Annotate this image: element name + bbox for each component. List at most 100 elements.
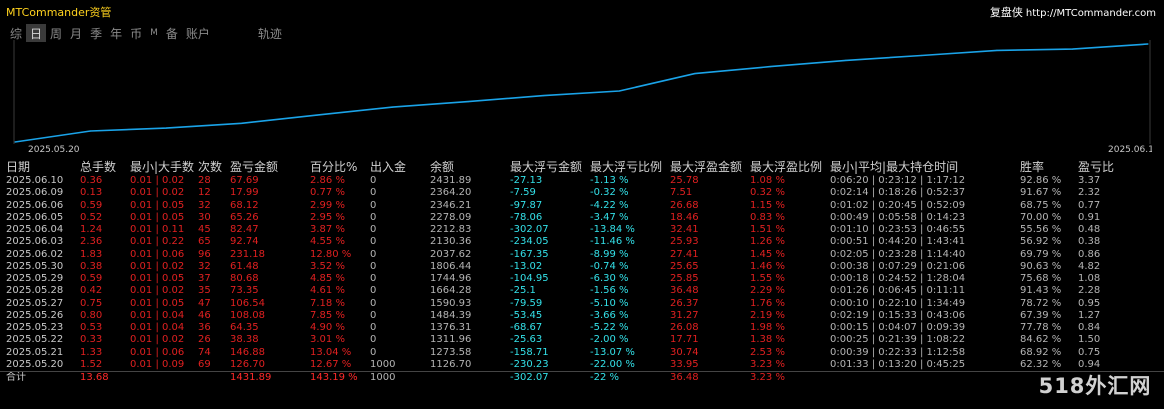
cell-hold-time: 0:00:10 | 0:22:10 | 1:34:49 bbox=[830, 297, 966, 309]
cell-deposit: 0 bbox=[370, 273, 377, 284]
cell-pl-ratio: 0.84 bbox=[1078, 322, 1101, 333]
cell-count: 65 bbox=[198, 236, 211, 248]
cell-balance: 2431.89 bbox=[430, 175, 472, 186]
table-row[interactable]: 2025.06.02 1.83 0.01 | 0.06 96 231.18 12.80 %… bbox=[0, 249, 1164, 261]
table-row[interactable]: 2025.05.29 0.59 0.01 | 0.05 37 80.68 4.85 % 0 1… bbox=[0, 273, 1164, 285]
cell-balance: 1664.28 bbox=[430, 285, 472, 297]
cell-max-float-loss-pct: -4.22 % bbox=[590, 199, 629, 211]
cell-max-float-loss: -53.45 bbox=[510, 309, 543, 321]
cell-percent: 12.80 % bbox=[310, 248, 352, 260]
column-header-max-float-gain-pct[interactable]: 最大浮盈比例 bbox=[750, 158, 830, 175]
equity-point bbox=[1071, 48, 1074, 50]
cell-max-float-gain: 26.68 bbox=[670, 199, 699, 211]
cell-max-float-gain: 33.95 bbox=[670, 358, 699, 370]
cell-hold-time: 0:01:02 | 0:20:45 | 0:52:09 bbox=[830, 199, 966, 211]
total-cell-min-max-lots bbox=[130, 371, 198, 385]
column-header-max-float-loss[interactable]: 最大浮亏金额 bbox=[510, 158, 590, 175]
equity-point bbox=[920, 54, 923, 57]
column-header-balance[interactable]: 余额 bbox=[430, 158, 510, 175]
column-header-percent[interactable]: 百分比% bbox=[310, 158, 370, 175]
total-cell-pnl: 1431.89 bbox=[230, 371, 310, 385]
cell-date: 2025.06.10 bbox=[6, 175, 64, 186]
cell-hold-time: 0:00:39 | 0:22:33 | 1:12:58 bbox=[830, 346, 966, 358]
cell-date: 2025.06.03 bbox=[6, 236, 64, 248]
column-header-hold-time[interactable]: 最小|平均|最大持仓时间 bbox=[830, 158, 1020, 175]
column-header-max-float-loss-pct[interactable]: 最大浮亏比例 bbox=[590, 158, 670, 175]
cell-max-float-gain-pct: 3.23 % bbox=[750, 358, 785, 370]
cell-percent: 3.87 % bbox=[310, 224, 345, 235]
cell-deposit: 0 bbox=[370, 175, 377, 186]
x-tick-label-start: 2025.05.20 bbox=[28, 145, 80, 154]
brand[interactable]: 复盘侠 http://MTCommander.com bbox=[990, 4, 1156, 20]
cell-max-float-gain-pct: 1.76 % bbox=[750, 297, 785, 309]
cell-count: 32 bbox=[198, 199, 211, 211]
table-row[interactable]: 2025.06.10 0.36 0.01 | 0.02 28 67.69 2.86 % 0 2… bbox=[0, 175, 1164, 187]
column-header-win-rate[interactable]: 胜率 bbox=[1020, 158, 1078, 175]
column-header-count[interactable]: 次数 bbox=[198, 158, 230, 175]
cell-min-max-lots: 0.01 | 0.05 bbox=[130, 273, 185, 284]
table-row[interactable]: 2025.05.23 0.53 0.01 | 0.04 36 64.35 4.90 % 0 1… bbox=[0, 322, 1164, 334]
equity-point bbox=[996, 49, 998, 51]
cell-date: 2025.06.02 bbox=[6, 248, 64, 260]
column-header-pl-ratio[interactable]: 盈亏比 bbox=[1078, 158, 1164, 175]
cell-min-max-lots: 0.01 | 0.04 bbox=[130, 309, 185, 321]
cell-min-max-lots: 0.01 | 0.04 bbox=[130, 322, 185, 333]
table-row[interactable]: 2025.06.03 2.36 0.01 | 0.22 65 92.74 4.55 % 0 2… bbox=[0, 236, 1164, 248]
column-header-min-max-lots[interactable]: 最小|大手数 bbox=[130, 158, 198, 175]
cell-balance: 2346.21 bbox=[430, 199, 472, 211]
cell-max-float-gain-pct: 0.83 % bbox=[750, 211, 785, 223]
cell-percent: 12.67 % bbox=[310, 358, 352, 370]
cell-pnl: 106.54 bbox=[230, 297, 265, 309]
table-row[interactable]: 2025.06.09 0.13 0.01 | 0.02 12 17.99 0.77 % 0 2… bbox=[0, 187, 1164, 199]
cell-max-float-gain: 17.71 bbox=[670, 334, 699, 346]
table-row[interactable]: 2025.05.27 0.75 0.01 | 0.05 47 106.54 7.18 % 0… bbox=[0, 298, 1164, 310]
cell-max-float-gain-pct: 1.38 % bbox=[750, 334, 785, 346]
table-row[interactable]: 2025.05.22 0.33 0.01 | 0.02 26 38.38 3.01 % 0 1… bbox=[0, 334, 1164, 346]
total-cell-max-float-gain: 36.48 bbox=[670, 371, 750, 385]
cell-pnl: 65.26 bbox=[230, 211, 259, 223]
cell-balance: 2278.09 bbox=[430, 211, 472, 223]
equity-point bbox=[316, 114, 318, 116]
equity-point bbox=[14, 141, 16, 143]
table-row[interactable]: 2025.05.26 0.80 0.01 | 0.04 46 108.08 7.85 % 0… bbox=[0, 310, 1164, 322]
equity-point bbox=[467, 101, 469, 103]
cell-percent: 4.90 % bbox=[310, 322, 345, 333]
title-bar: MTCommander资管 复盘侠 http://MTCommander.com bbox=[0, 0, 1164, 22]
cell-total-lots: 0.36 bbox=[80, 175, 103, 186]
cell-max-float-gain: 7.51 bbox=[670, 187, 693, 199]
cell-pl-ratio: 0.95 bbox=[1078, 297, 1101, 309]
cell-total-lots: 0.75 bbox=[80, 297, 103, 309]
cell-total-lots: 1.83 bbox=[80, 248, 103, 260]
cell-pl-ratio: 4.82 bbox=[1078, 260, 1101, 272]
cell-max-float-loss-pct: -5.10 % bbox=[590, 297, 629, 309]
cell-balance: 1590.93 bbox=[430, 297, 472, 309]
cell-max-float-gain-pct: 1.26 % bbox=[750, 236, 785, 248]
brand-url[interactable]: http://MTCommander.com bbox=[1026, 8, 1156, 19]
cell-max-float-gain-pct: 1.45 % bbox=[750, 248, 785, 260]
cell-total-lots: 1.24 bbox=[80, 224, 103, 235]
cell-count: 45 bbox=[198, 224, 211, 235]
cell-pnl: 92.74 bbox=[230, 236, 259, 248]
table-row[interactable]: 2025.05.21 1.33 0.01 | 0.06 74 146.88 13.04 %… bbox=[0, 347, 1164, 359]
cell-max-float-loss: -27.13 bbox=[510, 175, 543, 186]
table-row[interactable]: 2025.06.05 0.52 0.01 | 0.05 30 65.26 2.95 % 0 2… bbox=[0, 212, 1164, 224]
cell-deposit: 0 bbox=[370, 248, 377, 260]
equity-series-line bbox=[14, 43, 1149, 143]
table-row[interactable]: 2025.05.30 0.38 0.01 | 0.02 32 61.48 3.52 % 0 1… bbox=[0, 261, 1164, 273]
cell-max-float-loss: -79.59 bbox=[510, 297, 543, 309]
table-row[interactable]: 2025.05.20 1.52 0.01 | 0.09 69 126.70 12.67 %… bbox=[0, 359, 1164, 372]
cell-min-max-lots: 0.01 | 0.05 bbox=[130, 297, 185, 309]
cell-pnl: 80.68 bbox=[230, 273, 259, 284]
table-row[interactable]: 2025.05.28 0.42 0.01 | 0.02 35 73.35 4.61 % 0 1… bbox=[0, 285, 1164, 297]
cell-total-lots: 0.59 bbox=[80, 273, 103, 284]
column-header-date[interactable]: 日期 bbox=[0, 158, 80, 175]
column-header-total-lots[interactable]: 总手数 bbox=[80, 158, 130, 175]
column-header-max-float-gain[interactable]: 最大浮盈金额 bbox=[670, 158, 750, 175]
cell-deposit: 0 bbox=[370, 297, 377, 309]
column-header-pnl[interactable]: 盈亏金额 bbox=[230, 158, 310, 175]
table-row[interactable]: 2025.06.06 0.59 0.01 | 0.05 32 68.12 2.99 % 0 2… bbox=[0, 200, 1164, 212]
app-title: MTCommander资管 bbox=[6, 6, 112, 19]
table-row[interactable]: 2025.06.04 1.24 0.01 | 0.11 45 82.47 3.87 % 0 2… bbox=[0, 224, 1164, 236]
column-header-deposit[interactable]: 出入金 bbox=[370, 158, 430, 175]
cell-count: 74 bbox=[198, 346, 211, 358]
